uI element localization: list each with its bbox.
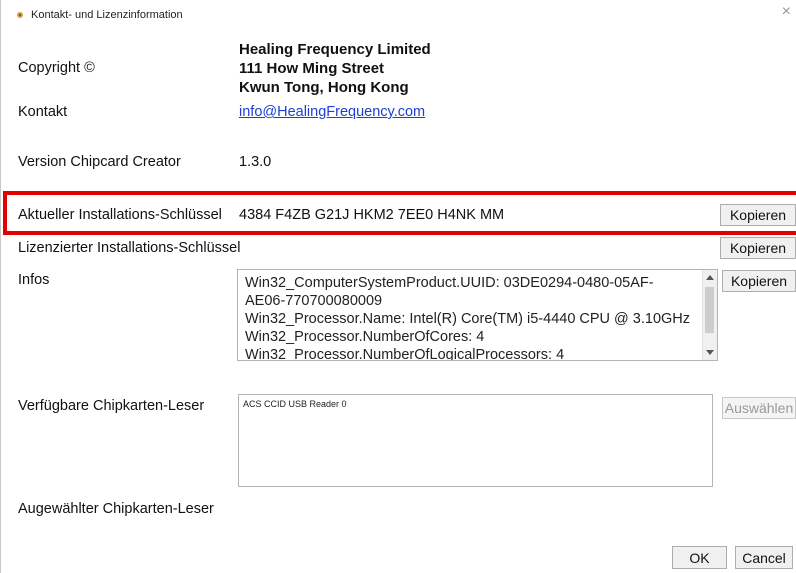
- copy-infos-button[interactable]: Kopieren: [722, 270, 796, 292]
- infos-text: Win32_ComputerSystemProduct.UUID: 03DE02…: [245, 274, 707, 361]
- infos-line: Win32_ComputerSystemProduct.UUID: 03DE02…: [245, 275, 654, 291]
- license-dialog: Kontakt- und Lizenzinformation × Copyrig…: [0, 0, 796, 573]
- version-value: 1.3.0: [239, 154, 272, 170]
- scroll-thumb[interactable]: [705, 287, 714, 333]
- infos-line: Win32_Processor.Name: Intel(R) Core(TM) …: [245, 311, 691, 327]
- infos-textarea[interactable]: Win32_ComputerSystemProduct.UUID: 03DE02…: [237, 269, 718, 361]
- window-title: Kontakt- und Lizenzinformation: [31, 9, 183, 21]
- close-icon[interactable]: ×: [782, 4, 791, 20]
- licensed-key-label: Lizenzierter Installations-Schlüssel: [18, 240, 241, 256]
- version-label: Version Chipcard Creator: [18, 154, 181, 170]
- copyright-label: Copyright ©: [18, 60, 95, 76]
- ok-button[interactable]: OK: [672, 546, 727, 569]
- contact-label: Kontakt: [18, 104, 68, 120]
- company-name: Healing Frequency Limited: [239, 41, 431, 58]
- infos-label: Infos: [18, 272, 50, 288]
- current-key-label: Aktueller Installations-Schlüssel: [18, 207, 222, 223]
- copy-current-key-button[interactable]: Kopieren: [720, 204, 796, 226]
- copy-licensed-key-button[interactable]: Kopieren: [720, 237, 796, 259]
- cancel-button[interactable]: Cancel: [735, 546, 793, 569]
- infos-line: Win32_Processor.NumberOfLogicalProcessor…: [245, 347, 565, 361]
- readers-list[interactable]: ACS CCID USB Reader 0: [238, 394, 713, 487]
- select-reader-button[interactable]: Auswählen: [722, 397, 796, 419]
- title-bar: Kontakt- und Lizenzinformation ×: [1, 0, 796, 30]
- scroll-up-icon[interactable]: [706, 275, 714, 280]
- list-item[interactable]: ACS CCID USB Reader 0: [243, 399, 347, 409]
- company-address: Healing Frequency Limited 111 How Ming S…: [239, 40, 431, 97]
- infos-scrollbar[interactable]: [702, 270, 717, 360]
- company-city: Kwun Tong, Hong Kong: [239, 79, 409, 96]
- infos-line: AE06-770700080009: [245, 293, 383, 309]
- company-street: 111 How Ming Street: [239, 60, 385, 77]
- contact-email-link[interactable]: info@HealingFrequency.com: [239, 104, 425, 120]
- scroll-down-icon[interactable]: [706, 350, 714, 355]
- current-key-value: 4384 F4ZB G21J HKM2 7EE0 H4NK MM: [239, 207, 505, 223]
- selected-reader-label: Augewählter Chipkarten-Leser: [18, 501, 214, 517]
- infos-line: Win32_Processor.NumberOfCores: 4: [245, 329, 485, 345]
- app-icon: [17, 12, 23, 18]
- readers-label: Verfügbare Chipkarten-Leser: [18, 398, 205, 414]
